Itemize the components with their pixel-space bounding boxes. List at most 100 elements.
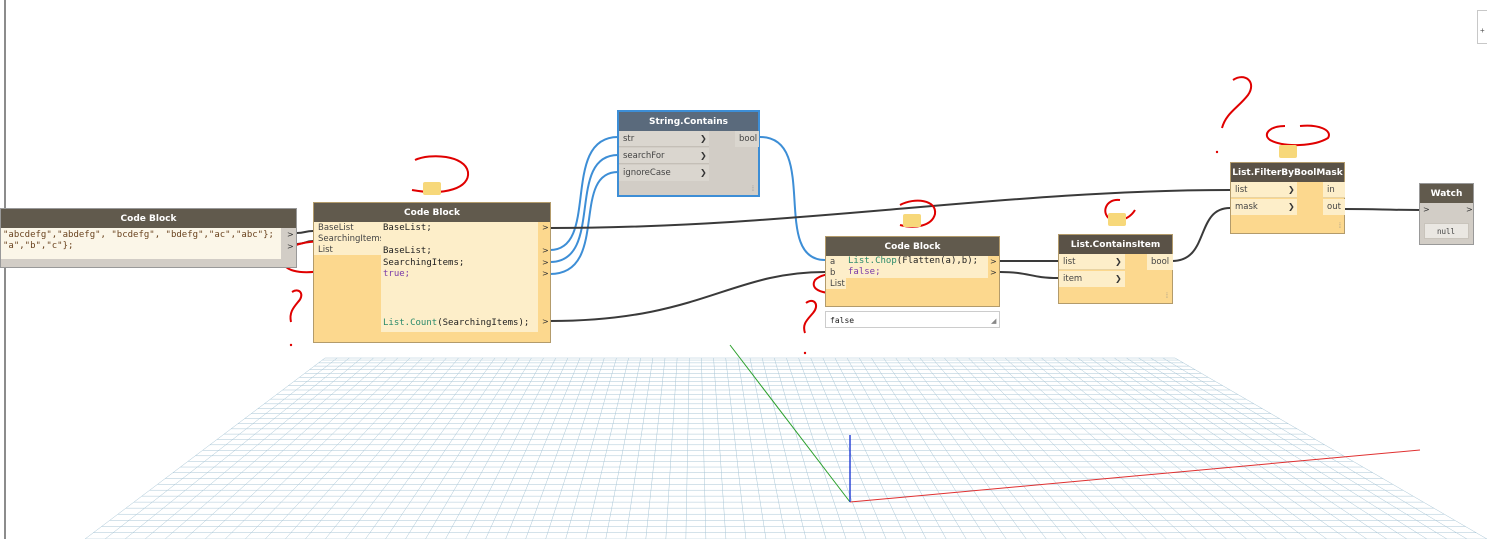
chop-output-port-1[interactable]: > <box>990 257 997 266</box>
grid-line <box>485 357 569 539</box>
watch-value: null <box>1437 227 1456 236</box>
output-port-bool[interactable]: bool <box>735 131 759 147</box>
grid-line <box>325 357 471 539</box>
input-port-list[interactable]: List <box>826 278 846 289</box>
grid-line <box>749 357 787 539</box>
chevron-right-icon: ❯ <box>1288 185 1295 194</box>
output-port-4[interactable]: > <box>542 269 549 278</box>
chevron-right-icon: ❯ <box>1115 274 1122 283</box>
code-block-chop-title: Code Block <box>826 237 999 256</box>
resize-grip-icon[interactable]: ◢ <box>991 317 996 325</box>
resize-grip-icon[interactable]: ⁞ <box>1339 223 1341 230</box>
watch-node[interactable]: Watch > > null <box>1419 183 1474 245</box>
grid-line <box>525 357 593 539</box>
zoom-controls: + <box>1477 10 1487 44</box>
grid-line <box>1162 357 1468 539</box>
grid-line <box>205 357 399 539</box>
input-port-ignorecase[interactable]: ignoreCase <box>619 165 709 181</box>
output-port-in[interactable]: in <box>1323 182 1345 198</box>
grid-line <box>184 357 386 539</box>
grid-line <box>968 357 1147 539</box>
output-port-3[interactable]: > <box>542 258 549 267</box>
grid-line <box>786 357 847 539</box>
grid-line <box>1077 357 1327 539</box>
grid-line <box>1114 357 1387 539</box>
code-block-left-output-1[interactable]: > <box>287 230 294 239</box>
list-contains-item-title: List.ContainsItem <box>1059 235 1172 254</box>
chevron-right-icon: ❯ <box>700 151 707 160</box>
list-contains-item-node[interactable]: List.ContainsItem list ❯ item ❯ bool ⁞ <box>1058 234 1173 304</box>
code-line-4: true; <box>383 269 411 279</box>
chevron-right-icon: ❯ <box>1288 202 1295 211</box>
chop-code-line-1: List.Chop(Flatten(a),b); <box>848 256 978 267</box>
code-block-main-node[interactable]: Code Block BaseList SearchingItems List … <box>313 202 551 343</box>
input-port-list[interactable]: List <box>314 244 381 255</box>
grid-line <box>1053 357 1287 539</box>
x-axis-line <box>849 449 1421 503</box>
output-port-bool[interactable]: bool <box>1147 254 1173 270</box>
output-port-out[interactable]: out <box>1323 199 1345 215</box>
output-port-2[interactable]: > <box>542 246 549 255</box>
grid-line <box>883 357 1007 539</box>
grid-line <box>84 357 326 539</box>
output-port-1[interactable]: > <box>542 223 549 232</box>
watch-title: Watch <box>1420 184 1473 203</box>
pin-note-icon[interactable] <box>423 182 441 195</box>
code-line-1: BaseList; <box>383 223 432 233</box>
output-port-5[interactable]: > <box>542 317 549 326</box>
grid-line <box>980 357 1167 539</box>
grid-line <box>1174 357 1487 539</box>
chevron-right-icon: ❯ <box>1115 257 1122 266</box>
input-port-searchfor[interactable]: searchFor <box>619 148 709 164</box>
code-block-left-output-2[interactable]: > <box>287 242 294 251</box>
code-call-name: List.Count <box>383 318 438 328</box>
pin-note-icon[interactable] <box>1108 213 1126 226</box>
input-port-b[interactable]: b <box>826 267 846 278</box>
grid-line <box>365 357 496 539</box>
watch-input-port[interactable]: > <box>1423 205 1430 214</box>
input-port-searchingitems[interactable]: SearchingItems <box>314 233 384 244</box>
grid-line <box>725 357 747 539</box>
grid-line <box>1138 357 1428 539</box>
input-port-a[interactable]: a <box>826 256 846 267</box>
grid-line <box>465 357 556 539</box>
background-grid <box>84 357 1487 539</box>
chevron-right-icon: ❯ <box>700 134 707 143</box>
grid-line <box>1004 357 1207 539</box>
grid-line <box>425 357 532 539</box>
pin-note-icon[interactable] <box>903 214 921 227</box>
grid-line <box>713 357 727 539</box>
input-port-baselist[interactable]: BaseList <box>314 222 381 233</box>
pin-note-icon[interactable] <box>1279 145 1297 158</box>
grid-line <box>104 357 338 539</box>
list-filter-title: List.FilterByBoolMask <box>1231 163 1344 182</box>
chop-preview-value: false <box>830 316 855 325</box>
chop-preview-bubble: false ◢ <box>825 311 1000 328</box>
code-block-left-title: Code Block <box>1 209 296 228</box>
grid-line <box>956 357 1127 539</box>
zoom-in-icon[interactable]: + <box>1480 26 1485 35</box>
grid-line <box>585 357 629 539</box>
code-block-chop-node[interactable]: Code Block a b List List.Chop(Flatten(a)… <box>825 236 1000 307</box>
grid-line <box>124 357 350 539</box>
code-block-left-node[interactable]: Code Block "abcdefg","abdefg", "bcdefg",… <box>0 208 297 268</box>
grid-line <box>761 357 807 539</box>
watch-value-box: null <box>1424 223 1469 239</box>
string-contains-node[interactable]: String.Contains str ❯ searchFor ❯ ignore… <box>617 110 760 197</box>
grid-line <box>164 357 374 539</box>
grid-line <box>822 357 907 539</box>
grid-line <box>685 357 690 539</box>
grid-line <box>385 357 508 539</box>
resize-grip-icon[interactable]: ⁞ <box>752 186 754 193</box>
code-block-left-line-1: "abcdefg","abdefg", "bcdefg", "bdefg","a… <box>3 230 274 240</box>
grid-line <box>774 357 827 539</box>
chop-output-port-2[interactable]: > <box>990 268 997 277</box>
code-block-main-title: Code Block <box>314 203 550 222</box>
resize-grip-icon[interactable]: ⁞ <box>1166 293 1168 300</box>
grid-line <box>665 357 678 539</box>
input-port-str[interactable]: str <box>619 131 709 147</box>
watch-output-port[interactable]: > <box>1466 205 1473 214</box>
grid-line <box>1126 357 1408 539</box>
grid-line <box>992 357 1187 539</box>
list-filter-node[interactable]: List.FilterByBoolMask list ❯ mask ❯ in o… <box>1230 162 1345 234</box>
